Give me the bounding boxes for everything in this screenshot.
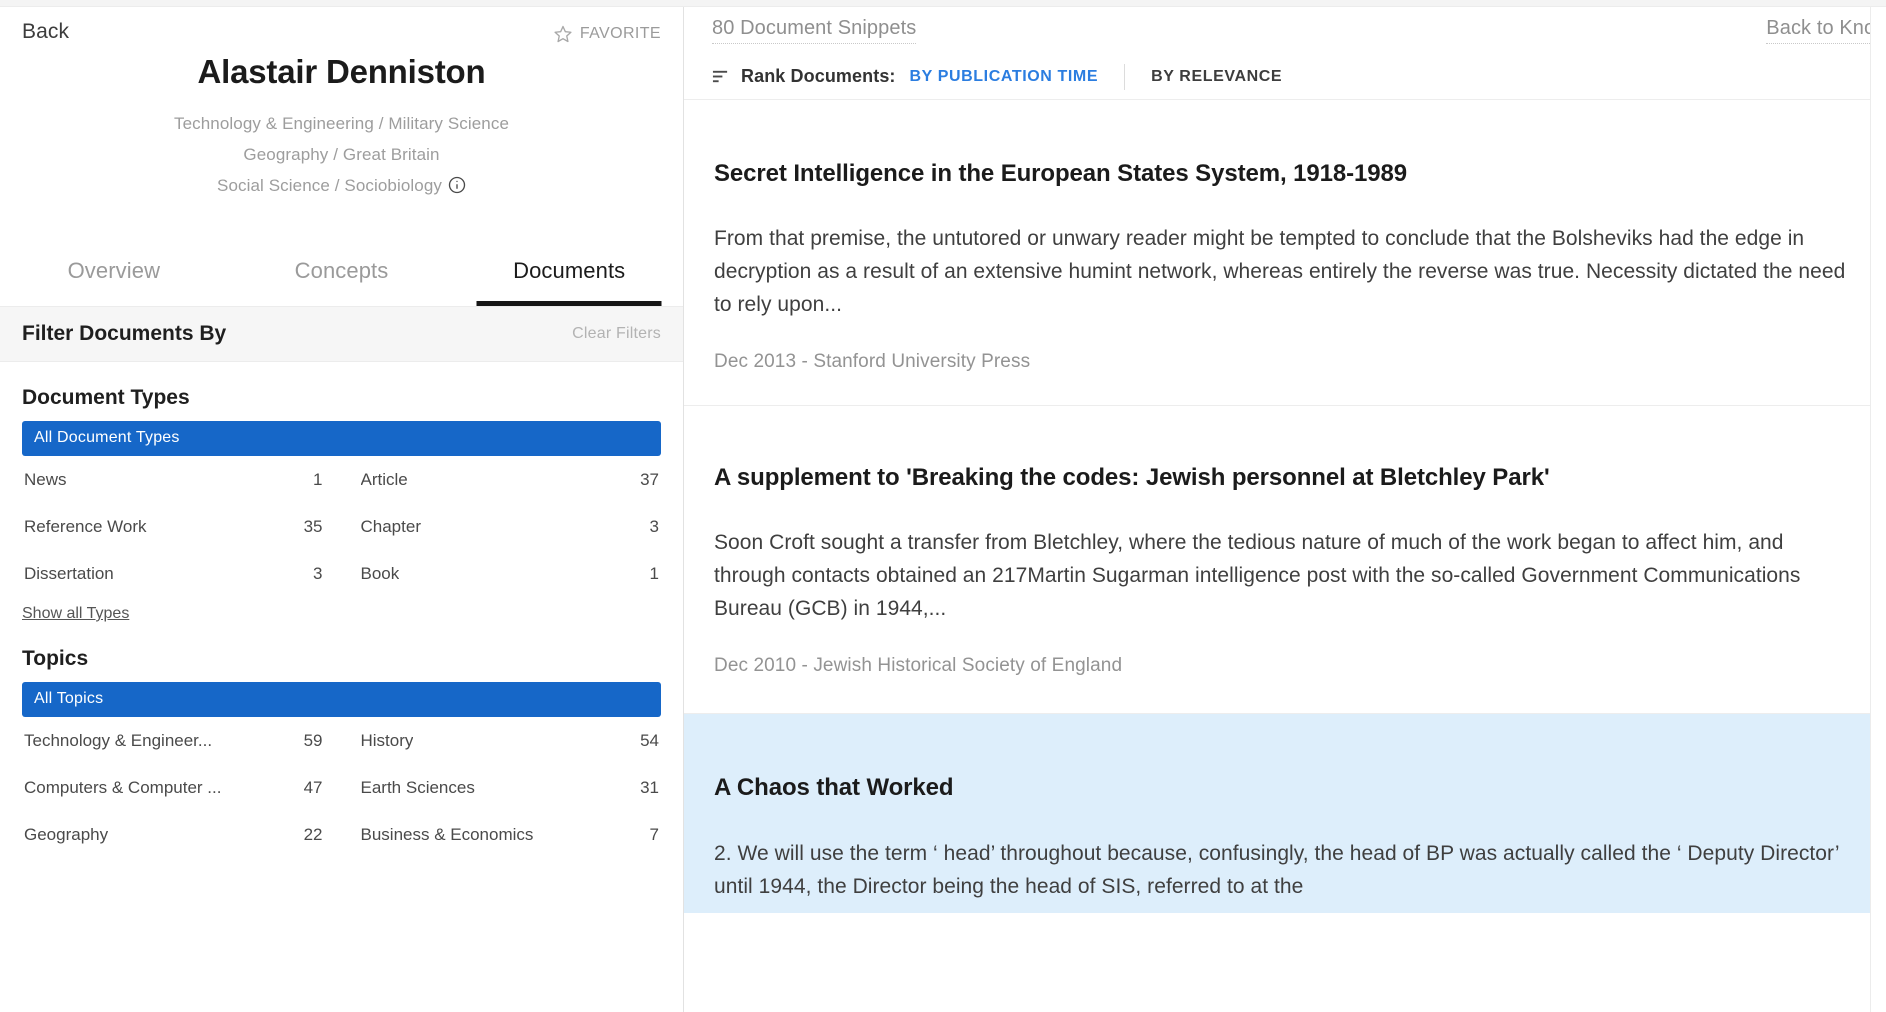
facet-item-count: 3: [305, 564, 322, 584]
app-root: Back FAVORITE Alastair Denniston Technol…: [0, 0, 1886, 1012]
snippet-body: Soon Croft sought a transfer from Bletch…: [714, 526, 1856, 625]
facet-item[interactable]: News 1: [22, 456, 325, 503]
tab-documents[interactable]: Documents: [455, 258, 683, 306]
filter-bar: Filter Documents By Clear Filters: [0, 306, 683, 362]
facet-item-label: News: [24, 470, 67, 490]
facet-all-document-types[interactable]: All Document Types: [22, 421, 661, 456]
back-to-knowledge-link[interactable]: Back to Knowledg: [1766, 17, 1886, 44]
clear-filters-button[interactable]: Clear Filters: [572, 325, 661, 343]
facet-grid-topics: Technology & Engineer... 59 History 54 C…: [22, 717, 661, 858]
facet-item[interactable]: Computers & Computer ... 47: [22, 764, 325, 811]
facet-item[interactable]: Earth Sciences 31: [359, 764, 662, 811]
facet-item-count: 37: [632, 470, 659, 490]
facet-item-count: 1: [305, 470, 322, 490]
entity-category: Technology & Engineering / Military Scie…: [18, 108, 665, 139]
rank-documents-label: Rank Documents:: [741, 66, 896, 87]
facet-item-label: Earth Sciences: [361, 778, 475, 798]
facet-item[interactable]: Book 1: [359, 550, 662, 597]
star-outline-icon: [553, 24, 573, 44]
rank-bar: Rank Documents: BY PUBLICATION TIME BY R…: [684, 54, 1886, 100]
facet-item-count: 31: [632, 778, 659, 798]
entity-tabs: Overview Concepts Documents: [0, 258, 683, 306]
document-snippet[interactable]: A supplement to 'Breaking the codes: Jew…: [684, 406, 1886, 714]
snippet-meta: Dec 2010 - Jewish Historical Society of …: [714, 655, 1856, 677]
facet-heading: Topics: [22, 647, 661, 671]
facet-item[interactable]: Geography 22: [22, 811, 325, 858]
facet-item[interactable]: History 54: [359, 717, 662, 764]
facet-all-topics[interactable]: All Topics: [22, 682, 661, 717]
facet-item[interactable]: Business & Economics 7: [359, 811, 662, 858]
entity-category-label: Social Science / Sociobiology: [217, 176, 442, 195]
panel-right-edge: [1870, 0, 1886, 1012]
page-title: Alastair Denniston: [18, 8, 665, 91]
facet-heading: Document Types: [22, 386, 661, 410]
facet-item-label: Chapter: [361, 517, 421, 537]
document-snippet[interactable]: A Chaos that Worked 2. We will use the t…: [684, 714, 1886, 912]
snippet-title[interactable]: A Chaos that Worked: [714, 772, 1856, 803]
entity-sidebar: Back FAVORITE Alastair Denniston Technol…: [0, 0, 684, 1012]
facet-item[interactable]: Reference Work 35: [22, 503, 325, 550]
facet-item-count: 3: [642, 517, 659, 537]
facet-grid-document-types: News 1 Article 37 Reference Work 35 Chap…: [22, 456, 661, 597]
show-all-types-link[interactable]: Show all Types: [22, 605, 129, 623]
facet-item-label: Business & Economics: [361, 825, 534, 845]
facet-document-types: Document Types All Document Types News 1…: [0, 386, 683, 623]
facet-item[interactable]: Technology & Engineer... 59: [22, 717, 325, 764]
tab-concepts[interactable]: Concepts: [228, 258, 456, 306]
entity-categories: Technology & Engineering / Military Scie…: [18, 108, 665, 201]
rank-by-relevance[interactable]: BY RELEVANCE: [1149, 68, 1284, 86]
facet-item-label: Article: [361, 470, 408, 490]
document-snippet[interactable]: Secret Intelligence in the European Stat…: [684, 100, 1886, 406]
facet-item[interactable]: Chapter 3: [359, 503, 662, 550]
snippet-title[interactable]: A supplement to 'Breaking the codes: Jew…: [714, 462, 1856, 493]
snippet-body: From that premise, the untutored or unwa…: [714, 222, 1856, 321]
entity-category: Geography / Great Britain: [18, 139, 665, 170]
facet-item-label: Geography: [24, 825, 108, 845]
facet-item[interactable]: Article 37: [359, 456, 662, 503]
facet-item-label: Technology & Engineer...: [24, 731, 212, 751]
facet-item-label: Book: [361, 564, 400, 584]
facet-item-count: 22: [296, 825, 323, 845]
facet-item[interactable]: Dissertation 3: [22, 550, 325, 597]
results-topbar: 80 Document Snippets Back to Knowledg: [684, 7, 1886, 54]
back-button[interactable]: Back: [22, 20, 69, 44]
snippet-meta: Dec 2013 - Stanford University Press: [714, 351, 1856, 373]
facet-item-count: 1: [642, 564, 659, 584]
snippet-title[interactable]: Secret Intelligence in the European Stat…: [714, 158, 1856, 189]
facet-topics: Topics All Topics Technology & Engineer.…: [0, 647, 683, 858]
facet-item-label: Reference Work: [24, 517, 147, 537]
info-circle-icon[interactable]: [448, 173, 466, 191]
facet-item-count: 59: [296, 731, 323, 751]
facet-item-label: History: [361, 731, 414, 751]
facet-item-label: Computers & Computer ...: [24, 778, 221, 798]
window-top-strip: [0, 0, 1886, 7]
filter-bar-title: Filter Documents By: [22, 322, 226, 346]
tab-overview[interactable]: Overview: [0, 258, 228, 306]
facet-item-label: Dissertation: [24, 564, 114, 584]
snippet-body: 2. We will use the term ‘ head’ througho…: [714, 837, 1856, 903]
favorite-label: FAVORITE: [580, 25, 661, 43]
snippet-list: Secret Intelligence in the European Stat…: [684, 100, 1886, 913]
facet-item-count: 54: [632, 731, 659, 751]
rank-by-publication-time[interactable]: BY PUBLICATION TIME: [908, 68, 1101, 86]
sort-lines-icon[interactable]: [712, 68, 729, 85]
entity-category: Social Science / Sociobiology: [18, 170, 665, 201]
facet-item-count: 35: [296, 517, 323, 537]
favorite-button[interactable]: FAVORITE: [553, 24, 661, 44]
documents-panel: 80 Document Snippets Back to Knowledg Ra…: [684, 0, 1886, 1012]
facet-item-count: 47: [296, 778, 323, 798]
facet-item-count: 7: [642, 825, 659, 845]
rank-separator: [1124, 64, 1125, 90]
snippet-count-label[interactable]: 80 Document Snippets: [712, 17, 916, 44]
entity-header: Back FAVORITE Alastair Denniston Technol…: [0, 8, 683, 201]
